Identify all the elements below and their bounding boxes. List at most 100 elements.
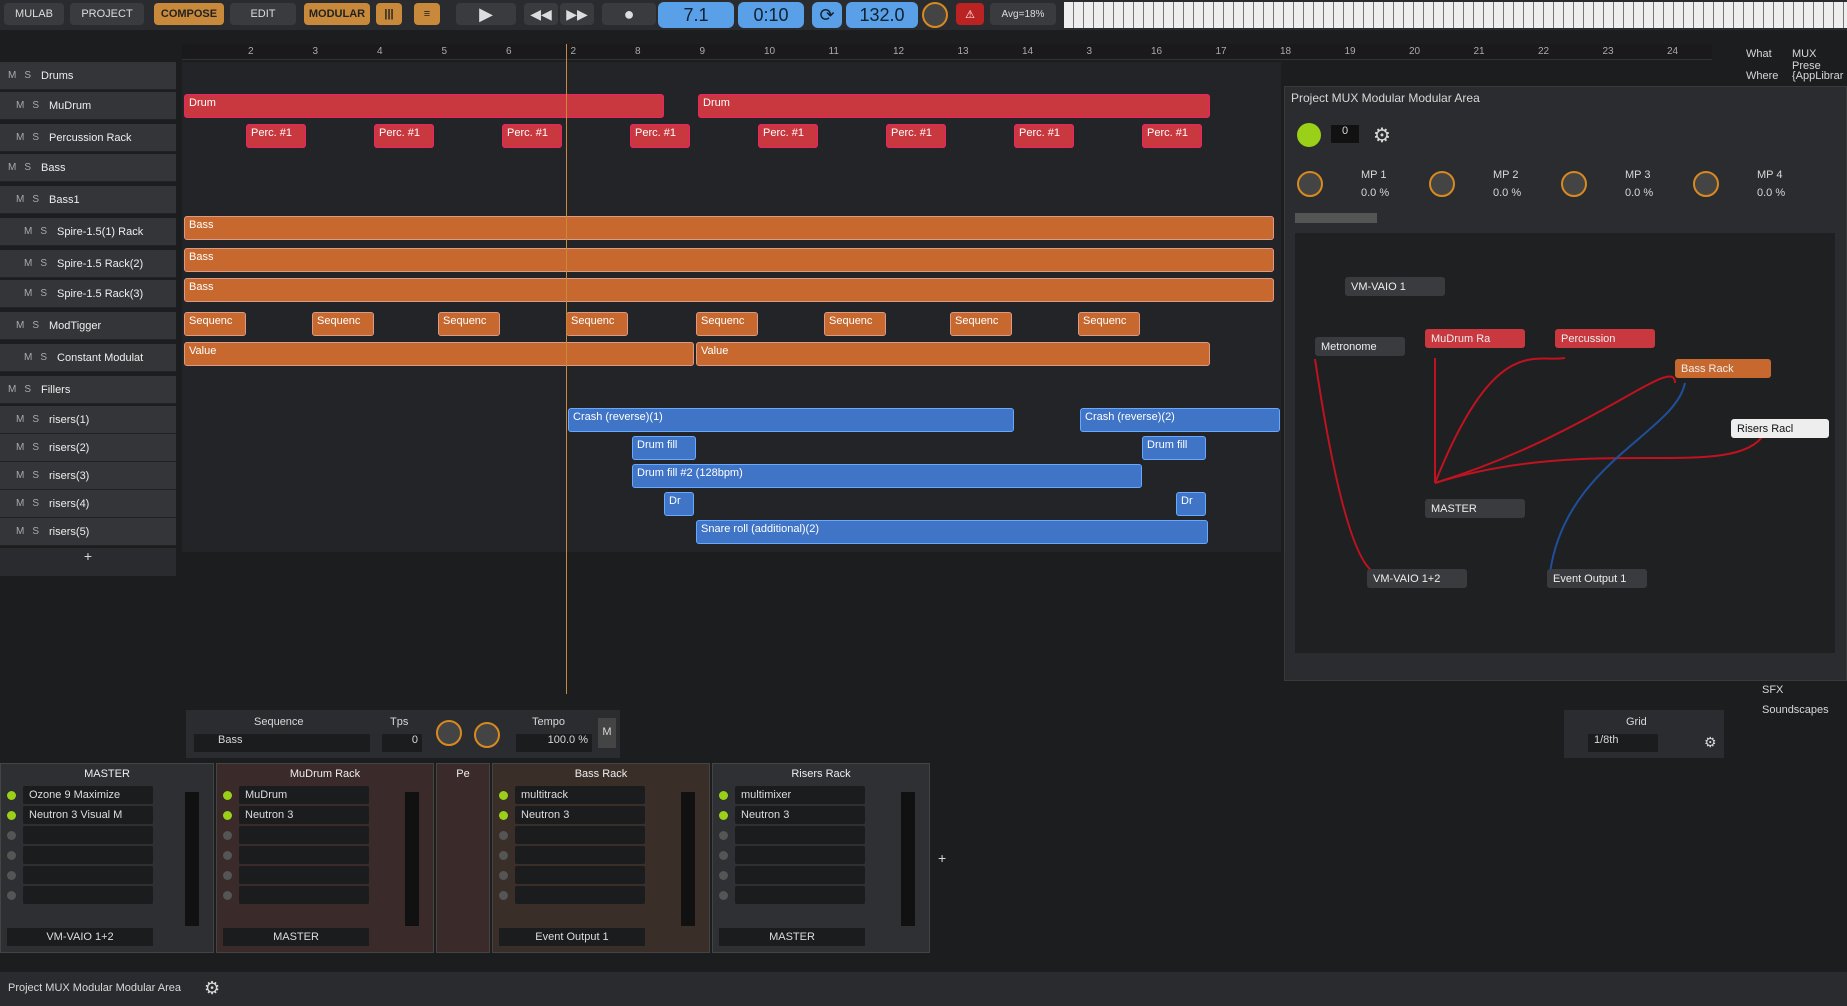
mute-button[interactable]: M <box>24 226 32 237</box>
scrollbar[interactable] <box>1295 213 1377 223</box>
clip[interactable]: Perc. #1 <box>886 124 946 148</box>
clip[interactable]: Perc. #1 <box>502 124 562 148</box>
list-icon[interactable]: ≡ <box>414 3 440 25</box>
track-header[interactable]: M S MuDrum <box>0 92 176 120</box>
track-header[interactable]: M Srisers(5) <box>0 518 176 546</box>
solo-button[interactable]: S <box>24 70 31 81</box>
edit-button[interactable]: EDIT <box>230 3 296 25</box>
level-fader[interactable] <box>681 792 695 926</box>
arrangement-area[interactable]: Drum Drum Perc. #1 Perc. #1 Perc. #1 Perc. #1… <box>182 62 1281 552</box>
slot-power-icon[interactable] <box>499 791 508 800</box>
insert-slot[interactable] <box>719 866 865 884</box>
preset-number[interactable]: 0 <box>1331 125 1359 143</box>
track-header[interactable]: M Srisers(4) <box>0 490 176 518</box>
slot-power-icon[interactable] <box>719 791 728 800</box>
insert-slot[interactable] <box>7 846 153 864</box>
track-header[interactable]: M S Bass1 <box>0 186 176 214</box>
keyboard-icon[interactable]: ||| <box>376 3 402 25</box>
add-track-button[interactable]: + <box>0 548 176 576</box>
insert-slot[interactable] <box>223 866 369 884</box>
solo-button[interactable]: S <box>40 352 47 363</box>
node-percussion[interactable]: Percussion <box>1555 329 1655 348</box>
browser-item-soundscapes[interactable]: Soundscapes <box>1762 704 1829 716</box>
time-display[interactable]: 0:10 <box>738 2 804 28</box>
clip[interactable]: Perc. #1 <box>1142 124 1202 148</box>
browser-item-sfx[interactable]: SFX <box>1762 684 1783 696</box>
clip[interactable]: Sequenc <box>824 312 886 336</box>
macro-knob[interactable] <box>1693 171 1719 197</box>
slot-power-icon[interactable] <box>7 791 16 800</box>
project-menu[interactable]: PROJECT <box>70 3 144 25</box>
mute-button[interactable]: M <box>16 414 24 425</box>
record-button[interactable]: ● <box>602 3 656 25</box>
solo-button[interactable]: S <box>32 470 39 481</box>
insert-slot[interactable] <box>719 886 865 904</box>
slot-power-icon[interactable] <box>7 811 16 820</box>
tempo-value[interactable]: 100.0 % <box>516 734 592 752</box>
slot-power-icon[interactable] <box>223 811 232 820</box>
track-header[interactable]: M Srisers(2) <box>0 434 176 462</box>
insert-slot[interactable] <box>7 866 153 884</box>
slot-power-icon[interactable] <box>719 871 728 880</box>
where-value[interactable]: {AppLibrar <box>1792 70 1843 82</box>
rack-output[interactable]: MASTER <box>223 928 369 946</box>
mute-button[interactable]: M <box>8 70 16 81</box>
clip[interactable]: Sequenc <box>438 312 500 336</box>
rack-output[interactable]: VM-VAIO 1+2 <box>7 928 153 946</box>
clip[interactable]: Bass <box>184 216 1274 240</box>
knob-1[interactable] <box>436 720 462 746</box>
solo-button[interactable]: S <box>32 132 39 143</box>
solo-button[interactable]: S <box>40 226 47 237</box>
node-vm-vaio-1[interactable]: VM-VAIO 1 <box>1345 277 1445 296</box>
slot-power-icon[interactable] <box>719 891 728 900</box>
insert-slot[interactable] <box>499 886 645 904</box>
clip[interactable]: Dr <box>1176 492 1206 516</box>
node-vm-vaio-1-2[interactable]: VM-VAIO 1+2 <box>1367 569 1467 588</box>
insert-slot[interactable] <box>719 846 865 864</box>
mute-button[interactable]: M <box>16 194 24 205</box>
clip[interactable]: Drum fill <box>1142 436 1206 460</box>
timeline-ruler[interactable]: 2 3 4 5 6 2 8 9 10 11 12 13 14 3 16 17 18 19 20 21 22 23 24 <box>182 44 1712 60</box>
clip[interactable]: Sequenc <box>312 312 374 336</box>
clip[interactable]: Sequenc <box>184 312 246 336</box>
modular-button[interactable]: MODULAR <box>304 3 370 25</box>
solo-button[interactable]: S <box>32 442 39 453</box>
slot-power-icon[interactable] <box>223 851 232 860</box>
slot-power-icon[interactable] <box>7 891 16 900</box>
solo-button[interactable]: S <box>32 414 39 425</box>
slot-power-icon[interactable] <box>7 831 16 840</box>
insert-slot[interactable]: Neutron 3 <box>719 806 865 824</box>
track-header[interactable]: M S Fillers <box>0 376 176 404</box>
tps-value[interactable]: 0 <box>382 734 422 752</box>
clip[interactable]: Bass <box>184 278 1274 302</box>
compose-button[interactable]: COMPOSE <box>154 3 224 25</box>
insert-slot[interactable] <box>499 826 645 844</box>
track-header[interactable]: M S Bass <box>0 154 176 182</box>
clip[interactable]: Value <box>184 342 694 366</box>
mute-button[interactable]: M <box>16 442 24 453</box>
node-master[interactable]: MASTER <box>1425 499 1525 518</box>
macro-param[interactable]: MP 3 0.0 % <box>1561 167 1681 203</box>
clip[interactable]: Drum <box>184 94 664 118</box>
master-volume-knob[interactable] <box>922 2 948 28</box>
mute-button[interactable]: M <box>24 288 32 299</box>
rack-output[interactable]: MASTER <box>719 928 865 946</box>
node-mudrum-rack[interactable]: MuDrum Ra <box>1425 329 1525 348</box>
track-header[interactable]: M Srisers(1) <box>0 406 176 434</box>
rewind-button[interactable]: ◀◀ <box>524 3 558 25</box>
solo-button[interactable]: S <box>40 288 47 299</box>
macro-knob[interactable] <box>1297 171 1323 197</box>
insert-slot[interactable] <box>499 866 645 884</box>
clip[interactable]: Bass <box>184 248 1274 272</box>
clip[interactable]: Snare roll (additional)(2) <box>696 520 1208 544</box>
mute-button[interactable]: M <box>16 526 24 537</box>
loop-icon[interactable]: ⟳ <box>812 2 842 28</box>
clip[interactable]: Perc. #1 <box>246 124 306 148</box>
sequence-select[interactable]: Bass <box>194 734 370 752</box>
insert-slot[interactable]: Ozone 9 Maximize <box>7 786 153 804</box>
level-fader[interactable] <box>185 792 199 926</box>
gear-icon[interactable]: ⚙ <box>1373 123 1391 148</box>
slot-power-icon[interactable] <box>499 811 508 820</box>
solo-button[interactable]: S <box>24 162 31 173</box>
slot-power-icon[interactable] <box>499 851 508 860</box>
